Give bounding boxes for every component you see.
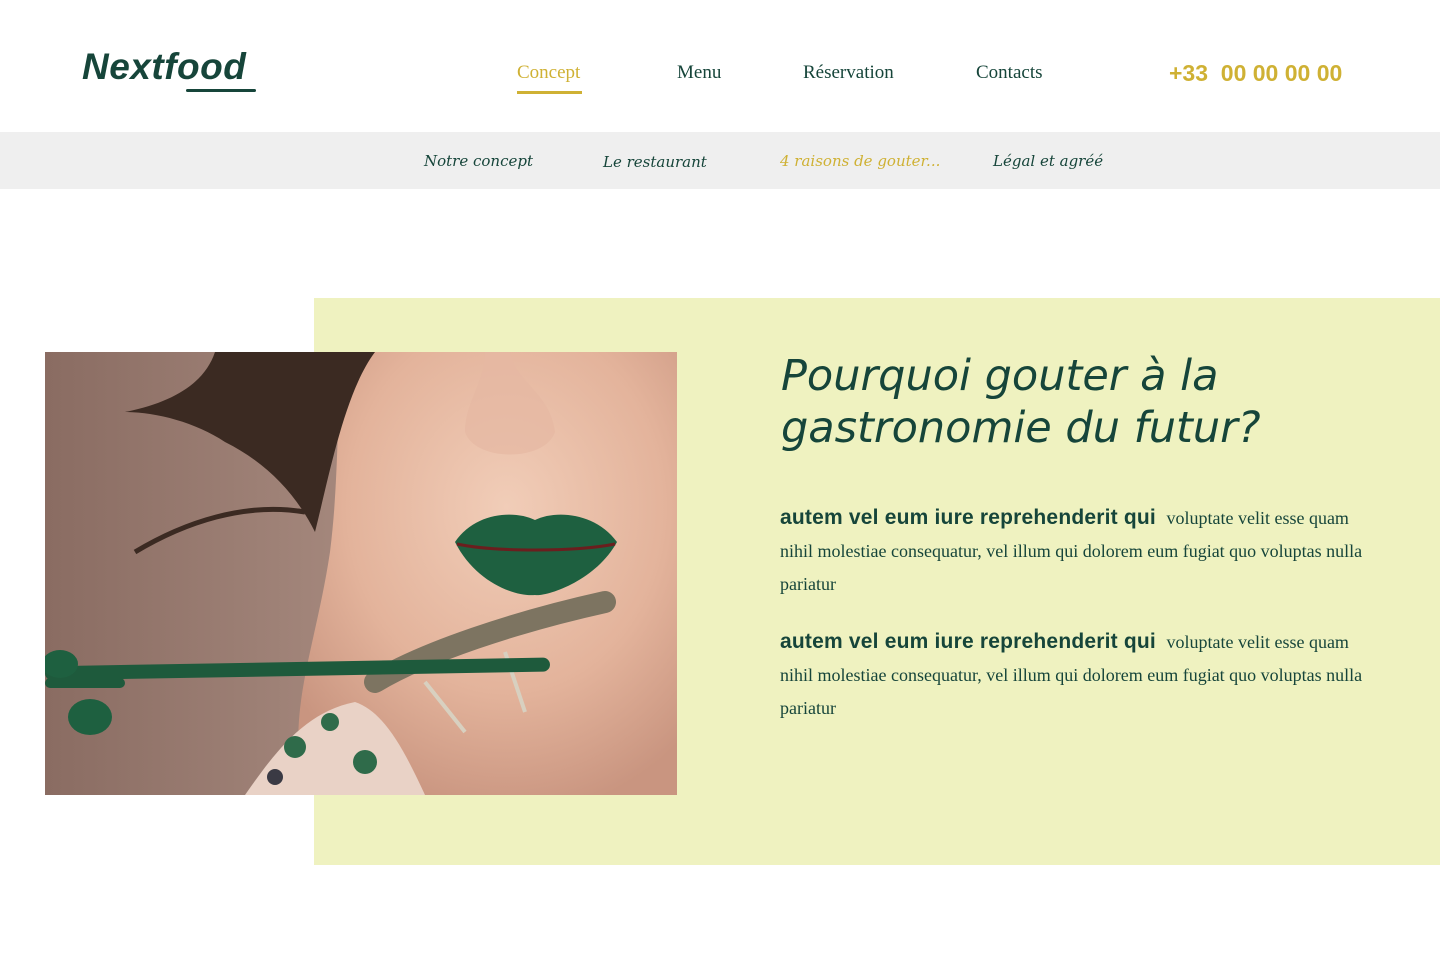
nav-item-reservation[interactable]: Réservation bbox=[803, 62, 894, 84]
site-header: Nextfood Concept Menu Réservation Contac… bbox=[0, 0, 1440, 132]
section-title: Pourquoi gouter à la gastronomie du futu… bbox=[781, 351, 1261, 453]
garment-dot bbox=[321, 713, 339, 731]
paragraph-lead: autem vel eum iure reprehenderit qui bbox=[780, 630, 1156, 653]
subnav-item-legal[interactable]: Légal et agréé bbox=[993, 152, 1103, 170]
garment-dot bbox=[267, 769, 283, 785]
nav-item-menu[interactable]: Menu bbox=[677, 62, 721, 84]
phone-number[interactable]: +33 00 00 00 00 bbox=[1169, 60, 1342, 87]
hero-illustration bbox=[45, 352, 677, 795]
chopstick-2 bbox=[45, 678, 125, 688]
hero-photo bbox=[45, 352, 677, 795]
garment-dot bbox=[284, 736, 306, 758]
paragraph-lead: autem vel eum iure reprehenderit qui bbox=[780, 506, 1156, 529]
subnav-item-le-restaurant[interactable]: Le restaurant bbox=[603, 153, 707, 171]
active-indicator bbox=[517, 91, 583, 94]
nav-item-label: Menu bbox=[677, 62, 722, 83]
nav-item-label: Concept bbox=[517, 62, 581, 83]
nav-item-label: Contacts bbox=[976, 62, 1043, 83]
garment-dot bbox=[353, 750, 377, 774]
subnav-item-notre-concept[interactable]: Notre concept bbox=[424, 152, 533, 170]
sub-nav: Notre concept Le restaurant 4 raisons de… bbox=[0, 132, 1440, 189]
green-nail bbox=[68, 699, 112, 735]
paragraph: autem vel eum iure reprehenderit qui vol… bbox=[780, 501, 1380, 601]
nav-item-label: Réservation bbox=[803, 62, 894, 83]
nav-item-concept[interactable]: Concept bbox=[517, 62, 583, 94]
paragraph: autem vel eum iure reprehenderit qui vol… bbox=[780, 625, 1380, 725]
nav-item-contacts[interactable]: Contacts bbox=[976, 62, 1043, 84]
subnav-item-4-raisons[interactable]: 4 raisons de gouter... bbox=[780, 152, 940, 170]
